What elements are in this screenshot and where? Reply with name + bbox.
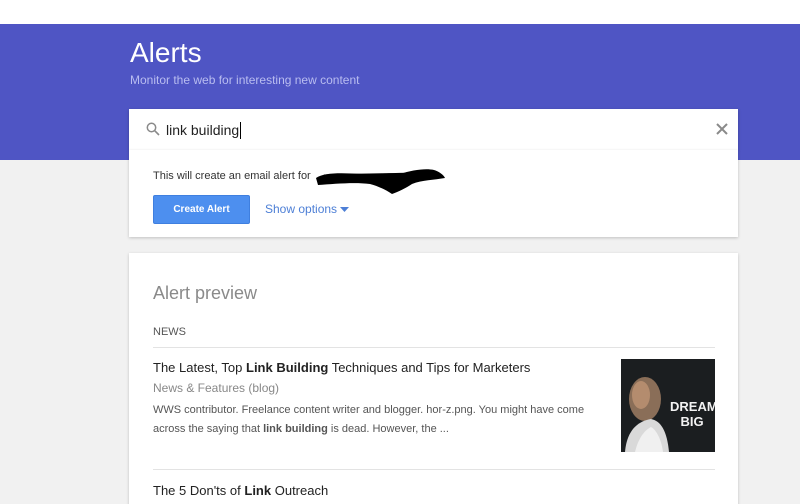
close-icon[interactable] (714, 121, 730, 137)
divider (153, 469, 715, 470)
article-title[interactable]: The Latest, Top Link Building Techniques… (153, 360, 603, 375)
create-alert-button[interactable]: Create Alert (153, 195, 250, 224)
article-snippet: WWS contributor. Freelance content write… (153, 404, 585, 435)
article-thumbnail[interactable]: DREAM BIG (621, 359, 715, 452)
alert-preview-title: Alert preview (153, 283, 258, 303)
article-title[interactable]: The 5 Don'ts of Link Outreach (153, 483, 328, 498)
section-label: NEWS (153, 326, 186, 338)
show-options-link[interactable]: Show options (265, 202, 337, 216)
alert-email-info: This will create an email alert for (153, 170, 311, 182)
search-input[interactable] (166, 118, 686, 142)
text-cursor (240, 122, 241, 139)
page-title: Alerts (130, 37, 202, 68)
search-icon (146, 122, 160, 136)
redaction-scribble (316, 169, 445, 194)
chevron-down-icon[interactable] (340, 207, 349, 212)
article-source: News & Features (blog) (153, 381, 280, 395)
divider (153, 347, 715, 348)
thumbnail-caption: DREAM BIG (670, 399, 715, 429)
page-subtitle: Monitor the web for interesting new cont… (130, 73, 360, 87)
top-bar (0, 0, 800, 24)
